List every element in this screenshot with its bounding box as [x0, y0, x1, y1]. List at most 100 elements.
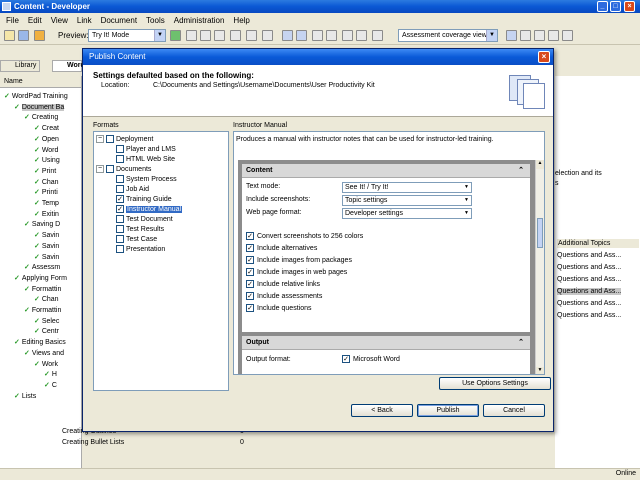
publish-button[interactable]: Publish — [417, 404, 479, 417]
menu-help[interactable]: Help — [233, 16, 249, 25]
properties-icon[interactable] — [262, 30, 273, 41]
content-section-header[interactable]: Content ⌃ — [242, 164, 530, 178]
checkbox[interactable] — [106, 165, 114, 173]
tree-item[interactable]: Creating Bullet Lists — [62, 439, 124, 446]
table-row[interactable]: Questions and Ass... — [557, 252, 621, 259]
dialog-close-icon[interactable]: × — [538, 51, 550, 63]
view-select[interactable]: Assessment coverage view ▼ — [398, 29, 498, 42]
save-icon[interactable] — [18, 30, 29, 41]
tree-item[interactable]: ✓ Exitin — [34, 210, 59, 218]
layout-icon[interactable] — [562, 30, 573, 41]
format-item[interactable]: Test Case — [116, 234, 157, 244]
tree-item[interactable]: ✓ WordPad Training — [4, 92, 68, 100]
tab-library[interactable]: Library — [0, 60, 40, 72]
open-icon[interactable] — [4, 30, 15, 41]
preview-mode-select[interactable]: Try It! Mode ▼ — [88, 29, 166, 42]
tree-item[interactable]: ✓ Formattin — [24, 306, 61, 314]
delete-icon[interactable] — [246, 30, 257, 41]
unlink-icon[interactable] — [326, 30, 337, 41]
redo-icon[interactable] — [296, 30, 307, 41]
scroll-down-icon[interactable]: ▼ — [536, 367, 544, 374]
collapse-icon[interactable]: ⌃ — [518, 338, 524, 346]
tree-item[interactable]: ✓ Chan — [34, 178, 59, 186]
checkbox[interactable] — [116, 145, 124, 153]
format-item[interactable]: Player and LMS — [116, 144, 176, 154]
checkbox[interactable] — [116, 215, 124, 223]
format-item[interactable]: Presentation — [116, 244, 165, 254]
table-row[interactable]: Questions and Ass... — [557, 300, 621, 307]
option-checkbox[interactable]: ✓ Include assessments — [246, 292, 322, 300]
collapse-icon[interactable]: − — [96, 165, 104, 173]
checkbox[interactable] — [116, 175, 124, 183]
filter-icon[interactable] — [548, 30, 559, 41]
use-options-settings-button[interactable]: Use Options Settings — [439, 377, 551, 390]
tree-item[interactable]: ✓ Creating — [24, 113, 58, 121]
tree-item[interactable]: ✓ H — [44, 370, 57, 378]
menu-document[interactable]: Document — [101, 16, 137, 25]
name-column-header[interactable]: Name — [0, 76, 81, 88]
tab-word[interactable]: Word — [52, 60, 85, 72]
checkbox[interactable]: ✓ — [246, 232, 254, 240]
field-select[interactable]: Topic settings ▼ — [342, 195, 472, 206]
checkbox[interactable] — [116, 185, 124, 193]
menu-link[interactable]: Link — [77, 16, 92, 25]
field-select[interactable]: Developer settings ▼ — [342, 208, 472, 219]
format-item[interactable]: Test Results — [116, 224, 164, 234]
format-item[interactable]: ✓ Training Guide — [116, 194, 172, 204]
checkbox[interactable]: ✓ — [246, 268, 254, 276]
checkbox[interactable] — [106, 135, 114, 143]
tree-item[interactable]: ✓ Chan — [34, 295, 59, 303]
menu-file[interactable]: File — [6, 16, 19, 25]
tree-item[interactable]: ✓ Printi — [34, 188, 58, 196]
tree-item[interactable]: ✓ Centr — [34, 327, 59, 335]
checkbox[interactable] — [116, 225, 124, 233]
outline-view-icon[interactable] — [534, 30, 545, 41]
tree-item[interactable]: ✓ Work — [34, 360, 58, 368]
tree-item[interactable]: ✓ Savin — [34, 253, 59, 261]
tree-item[interactable]: ✓ Applying Form — [14, 274, 67, 282]
tree-item[interactable]: ✓ Word — [34, 146, 58, 154]
publish-icon[interactable] — [34, 30, 45, 41]
field-select[interactable]: See It! / Try It! ▼ — [342, 182, 472, 193]
tree-item[interactable]: ✓ Editing Basics — [14, 338, 66, 346]
format-item[interactable]: System Process — [116, 174, 177, 184]
menu-administration[interactable]: Administration — [174, 16, 225, 25]
checkbox[interactable]: ✓ — [246, 244, 254, 252]
back-button[interactable]: < Back — [351, 404, 413, 417]
checkbox[interactable] — [116, 235, 124, 243]
menu-view[interactable]: View — [51, 16, 68, 25]
list-view-icon[interactable] — [520, 30, 531, 41]
format-item[interactable]: − Deployment — [96, 134, 153, 144]
tree-item[interactable]: ✓ Saving D — [24, 220, 60, 228]
menu-tools[interactable]: Tools — [146, 16, 165, 25]
format-item[interactable]: Test Document — [116, 214, 173, 224]
collapse-icon[interactable]: − — [96, 135, 104, 143]
tree-item[interactable]: ✓ Creat — [34, 124, 59, 132]
checkbox[interactable] — [116, 245, 124, 253]
checkbox[interactable]: ✓ — [342, 355, 350, 363]
link-icon[interactable] — [312, 30, 323, 41]
refresh-icon[interactable] — [372, 30, 383, 41]
checkbox[interactable]: ✓ — [246, 304, 254, 312]
minimize-icon[interactable]: _ — [597, 1, 608, 12]
tree-item[interactable]: ✓ C — [44, 381, 57, 389]
option-checkbox[interactable]: ✓ Include questions — [246, 304, 311, 312]
option-checkbox[interactable]: ✓ Include images in web pages — [246, 268, 347, 276]
scroll-up-icon[interactable]: ▲ — [536, 160, 544, 169]
checkbox[interactable]: ✓ — [246, 280, 254, 288]
tree-item[interactable]: ✓ Temp — [34, 199, 59, 207]
settings-scrollbar[interactable]: ▲ ▼ — [535, 160, 544, 374]
close-icon[interactable]: × — [624, 1, 635, 12]
play-icon[interactable] — [170, 30, 181, 41]
tree-item[interactable]: ✓ Lists — [14, 392, 36, 400]
undo-icon[interactable] — [282, 30, 293, 41]
additional-topics-header[interactable]: Additional Topics — [557, 239, 639, 248]
option-checkbox[interactable]: ✓ Include relative links — [246, 280, 320, 288]
check-out-icon[interactable] — [356, 30, 367, 41]
find-icon[interactable] — [230, 30, 241, 41]
scroll-thumb[interactable] — [537, 218, 543, 248]
tree-item[interactable]: ✓ Open — [34, 135, 59, 143]
table-row[interactable]: Questions and Ass... — [557, 264, 621, 271]
checkbox[interactable]: ✓ — [246, 256, 254, 264]
tree-item[interactable]: ✓ Savin — [34, 231, 59, 239]
